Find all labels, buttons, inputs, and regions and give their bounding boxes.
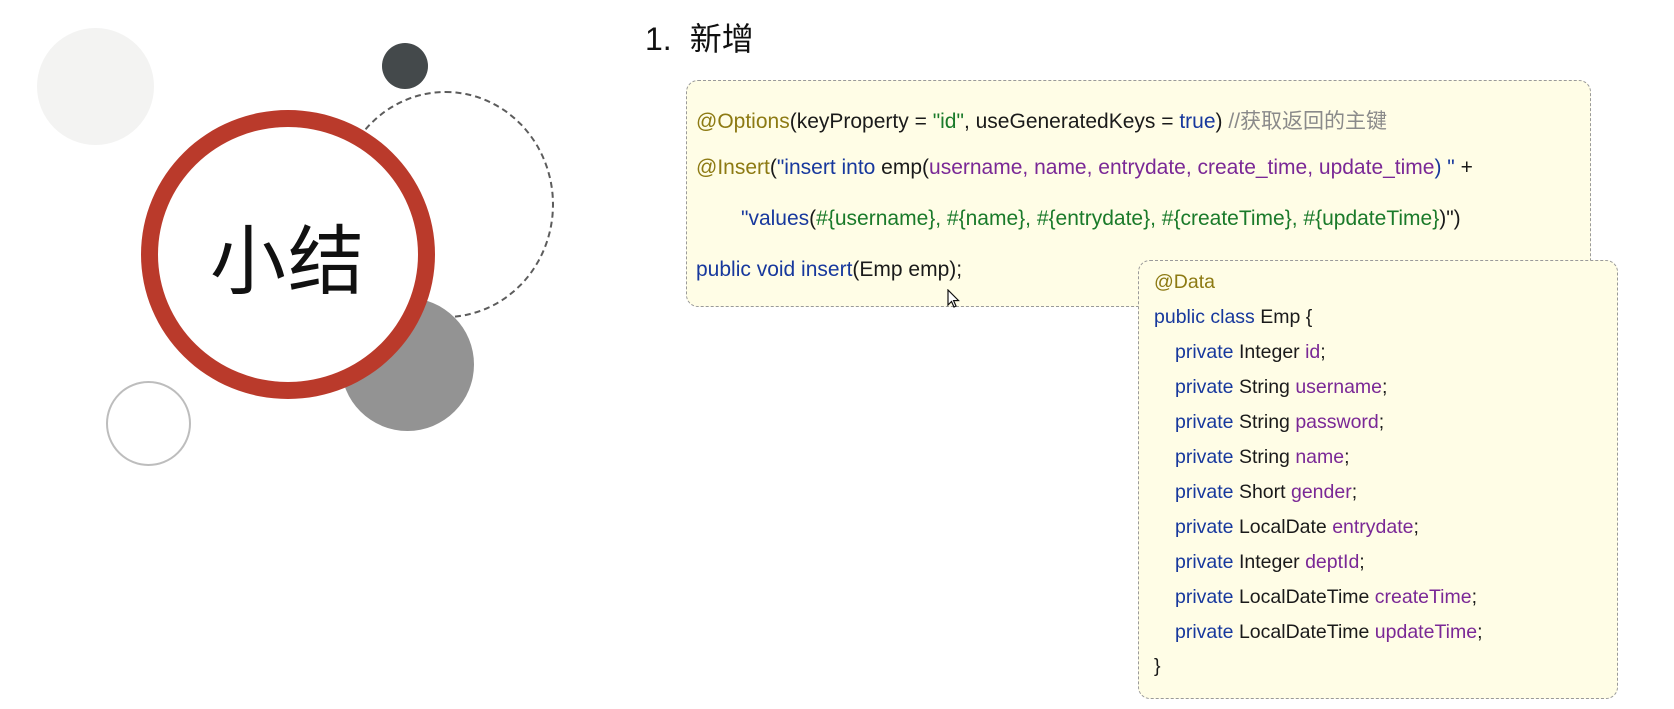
summary-title: 小结 bbox=[210, 216, 366, 306]
code-line-method: public void insert(Emp emp); bbox=[696, 258, 963, 281]
section-number: 1. bbox=[645, 21, 672, 57]
code-line-options: @Options(keyProperty = "id", useGenerate… bbox=[696, 110, 1388, 133]
code-line-class: public class Emp { bbox=[1154, 306, 1313, 328]
code-line-insert: @Insert("insert into emp(username, name,… bbox=[696, 156, 1473, 179]
section-heading: 1. 新增 bbox=[645, 14, 754, 60]
field-line: private Integer deptId; bbox=[1175, 551, 1365, 573]
mouse-cursor-icon bbox=[947, 289, 960, 308]
code-line-values: "values(#{username}, #{name}, #{entrydat… bbox=[741, 207, 1461, 230]
field-line: private LocalDateTime createTime; bbox=[1175, 586, 1478, 608]
section-title: 新增 bbox=[689, 21, 754, 57]
decor-circle-light bbox=[37, 28, 154, 145]
summary-badge: 小结 bbox=[141, 110, 435, 399]
field-line: private String name; bbox=[1175, 446, 1350, 468]
field-line: private String username; bbox=[1175, 376, 1388, 398]
code-line-close: } bbox=[1154, 655, 1161, 677]
field-line: private LocalDateTime updateTime; bbox=[1175, 621, 1483, 643]
decor-circle-dark bbox=[382, 43, 428, 89]
field-line: private Short gender; bbox=[1175, 481, 1358, 503]
field-line: private Integer id; bbox=[1175, 341, 1326, 363]
code-line-data: @Data bbox=[1154, 271, 1215, 293]
decor-circle-small bbox=[106, 381, 191, 466]
entity-code-block: @Data public class Emp { private Integer… bbox=[1138, 260, 1618, 699]
field-line: private LocalDate entrydate; bbox=[1175, 516, 1419, 538]
field-line: private String password; bbox=[1175, 411, 1385, 433]
